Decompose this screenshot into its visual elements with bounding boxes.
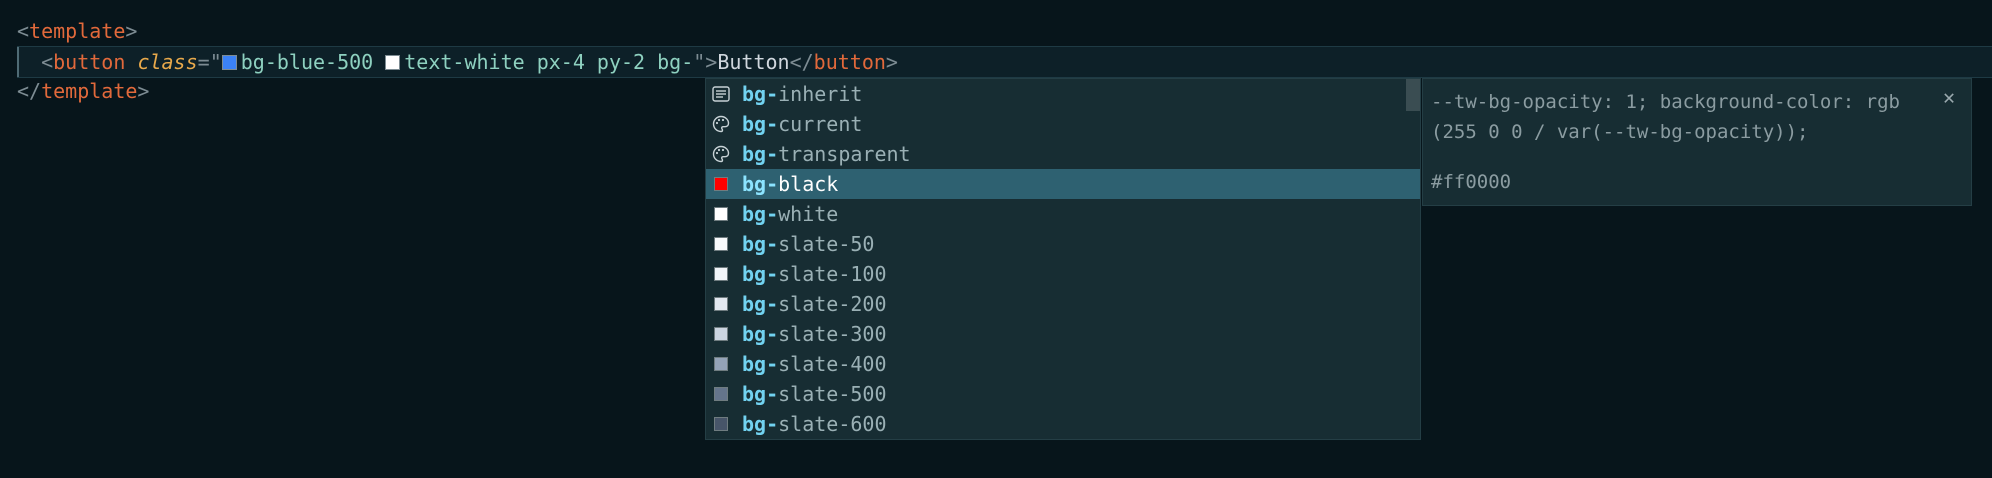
suggestion-match-prefix: bg- <box>742 82 779 106</box>
tag-bracket: </ <box>17 79 42 103</box>
suggestion-label: slate-100 <box>778 262 887 286</box>
suggestion-label: transparent <box>778 142 911 166</box>
suggestion-label: white <box>778 202 839 226</box>
attribute-equals: =" <box>197 50 222 74</box>
suggestion-match-prefix: bg- <box>742 412 779 436</box>
color-swatch-icon <box>712 385 730 403</box>
suggestion-label: slate-500 <box>778 382 887 406</box>
color-swatch-icon[interactable] <box>221 55 237 70</box>
suggestion-label: slate-200 <box>778 292 887 316</box>
tag-bracket: </ <box>789 50 814 74</box>
suggestion-item[interactable]: bg-transparent <box>706 139 1420 169</box>
suggestion-list: bg-inherit bg-current bg-transparent bg-bla… <box>706 79 1420 439</box>
suggestion-match-prefix: bg- <box>742 382 779 406</box>
attribute-close-quote: " <box>693 50 706 74</box>
class-value: bg-blue-500 <box>240 50 374 74</box>
list-icon <box>712 85 730 103</box>
color-swatch-icon <box>712 265 730 283</box>
class-value: text-white px-4 py-2 bg- <box>404 50 694 74</box>
attribute-name: class <box>137 50 198 74</box>
suggestion-item[interactable]: bg-white <box>706 199 1420 229</box>
color-swatch-icon[interactable] <box>385 55 401 70</box>
autocomplete-suggestions[interactable]: bg-inherit bg-current bg-transparent bg-bla… <box>705 78 1421 440</box>
suggestion-item[interactable]: bg-slate-50 <box>706 229 1420 259</box>
palette-icon <box>712 115 730 133</box>
color-swatch-icon <box>712 175 730 193</box>
suggestion-match-prefix: bg- <box>742 322 779 346</box>
suggestion-label: inherit <box>778 82 863 106</box>
suggestion-item[interactable]: bg-slate-300 <box>706 319 1420 349</box>
tag-name: template <box>29 19 126 43</box>
code-line-3: </template> <box>17 76 149 106</box>
code-line-1: <template> <box>17 16 137 46</box>
suggestion-label: slate-600 <box>778 412 887 436</box>
suggestion-match-prefix: bg- <box>742 172 779 196</box>
suggestion-label: current <box>778 112 863 136</box>
close-icon[interactable]: ✕ <box>1939 87 1959 107</box>
suggestion-match-prefix: bg- <box>742 352 779 376</box>
suggestion-match-prefix: bg- <box>742 112 779 136</box>
palette-icon <box>712 145 730 163</box>
element-content: Button <box>717 50 790 74</box>
tag-name: button <box>813 50 886 74</box>
code-line-2-active[interactable]: <button class=" bg-blue-500 text-white px… <box>17 46 1992 78</box>
suggestion-item[interactable]: bg-inherit <box>706 79 1420 109</box>
color-swatch-icon <box>712 235 730 253</box>
tag-name: template <box>41 79 138 103</box>
suggestion-item[interactable]: bg-slate-600 <box>706 409 1420 439</box>
suggestion-match-prefix: bg- <box>742 262 779 286</box>
tag-bracket: > <box>705 50 718 74</box>
color-swatch-icon <box>712 355 730 373</box>
color-swatch-icon <box>712 205 730 223</box>
css-declaration: --tw-bg-opacity: 1; background-color: rg… <box>1431 91 1900 143</box>
suggestion-match-prefix: bg- <box>742 232 779 256</box>
suggestion-item[interactable]: bg-black <box>706 169 1420 199</box>
suggestion-item[interactable]: bg-current <box>706 109 1420 139</box>
suggestion-item[interactable]: bg-slate-200 <box>706 289 1420 319</box>
scrollbar-thumb[interactable] <box>1406 79 1420 111</box>
suggestion-label: black <box>778 172 839 196</box>
suggestion-item[interactable]: bg-slate-100 <box>706 259 1420 289</box>
tag-name: button <box>53 50 126 74</box>
color-swatch-icon <box>712 295 730 313</box>
suggestion-label: slate-50 <box>778 232 875 256</box>
suggestion-match-prefix: bg- <box>742 292 779 316</box>
suggestion-match-prefix: bg- <box>742 202 779 226</box>
tag-bracket: < <box>41 50 54 74</box>
suggestion-details: --tw-bg-opacity: 1; background-color: rg… <box>1422 78 1972 206</box>
suggestion-match-prefix: bg- <box>742 142 779 166</box>
tag-bracket: > <box>137 79 150 103</box>
tag-bracket: > <box>885 50 898 74</box>
tag-bracket: < <box>17 19 30 43</box>
color-swatch-icon <box>712 415 730 433</box>
color-swatch-icon <box>712 325 730 343</box>
suggestion-item[interactable]: bg-slate-400 <box>706 349 1420 379</box>
color-hex-value: #ff0000 <box>1431 171 1512 193</box>
suggestion-label: slate-300 <box>778 322 887 346</box>
suggestion-label: slate-400 <box>778 352 887 376</box>
tag-bracket: > <box>125 19 138 43</box>
suggestion-item[interactable]: bg-slate-500 <box>706 379 1420 409</box>
